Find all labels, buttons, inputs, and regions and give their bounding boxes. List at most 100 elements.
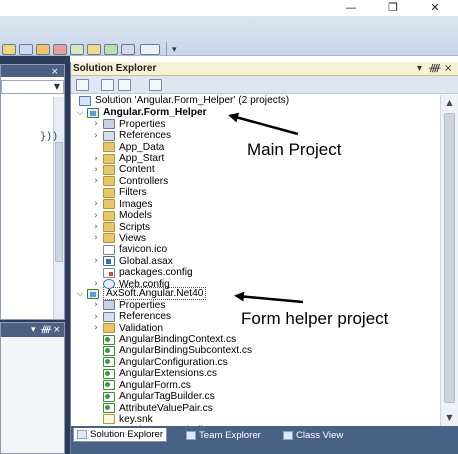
chevron-down-icon[interactable]: ▼ [52,82,62,92]
tab-class-view[interactable]: Class View [283,428,343,442]
solution-tree-scrollbar[interactable]: ▲ ▼ [440,95,458,426]
tree-item[interactable]: AngularBindingSubcontext.cs [91,345,252,357]
view-class-diagram-icon[interactable] [149,79,162,91]
chevron-down-icon[interactable]: ⌵ [75,108,85,118]
tree-item[interactable]: AngularForm.cs [91,379,191,391]
tab-label: Team Explorer [199,429,261,441]
tree-item[interactable]: › Images [91,198,152,210]
editor-scroll-thumb[interactable] [55,142,63,262]
tree-item-label: key.snk [119,413,153,425]
close-button[interactable]: ✕ [428,1,442,14]
tree-item[interactable]: › Properties [91,119,165,131]
chevron-right-icon[interactable]: › [91,199,101,209]
chevron-right-icon[interactable]: › [91,323,101,333]
tree-item[interactable]: › Controllers [91,176,168,188]
folder-icon [103,222,115,233]
toolbar-overflow-icon[interactable]: ▾ [172,44,178,55]
chevron-right-icon[interactable]: › [91,165,101,175]
chevron-right-icon[interactable]: › [91,233,101,243]
tree-item[interactable]: key.snk [91,414,153,426]
chevron-right-icon[interactable]: › [91,300,101,310]
editor-scrollbar[interactable] [53,97,64,319]
member-combo[interactable]: ▼ [1,80,64,94]
close-icon[interactable]: × [53,325,61,335]
panel-menu-icon[interactable]: ▾ [417,63,422,74]
tree-item[interactable]: › References [91,130,171,142]
properties-button-icon[interactable] [76,79,89,91]
toolbar-tools-icon[interactable] [121,44,135,55]
tree-item[interactable]: › Scripts [91,221,150,233]
minimize-button[interactable]: — [344,1,358,14]
tree-item[interactable]: App_Data [91,141,164,153]
web-project-icon [87,107,99,118]
tree-item-label: References [119,130,172,142]
toolbar-server-icon[interactable] [104,44,118,55]
chevron-right-icon[interactable]: › [91,176,101,186]
solution-node[interactable]: Solution 'Angular.Form_Helper' (2 projec… [79,95,289,107]
chevron-right-icon[interactable]: › [91,211,101,221]
project-node-main[interactable]: ⌵ Angular.Form_Helper [75,107,207,119]
chevron-right-icon[interactable]: › [91,222,101,232]
toolbar-explorer-icon[interactable] [87,44,101,55]
tree-item[interactable]: › Web.config [91,278,170,290]
panel-close-icon[interactable]: × [444,63,452,74]
chevron-right-icon[interactable]: › [91,256,101,266]
tree-item-label: Validation [119,322,163,334]
chevron-right-icon[interactable]: › [91,312,101,322]
tree-item[interactable]: › App_Start [91,153,164,165]
toolbar-save-icon[interactable] [19,44,33,55]
toolbar-properties-icon[interactable] [70,44,84,55]
tree-item[interactable]: Filters [91,187,147,199]
tree-item[interactable]: favicon.ico [91,244,167,256]
panel-pin-icon[interactable]: ᚎ [429,63,441,74]
tree-item[interactable]: › Properties [91,300,165,312]
scroll-up-icon[interactable]: ▲ [441,95,458,111]
show-all-files-icon[interactable] [101,79,114,91]
restore-button[interactable]: ❐ [386,1,400,14]
tree-item[interactable]: AngularBindingContext.cs [91,334,236,346]
tree-item[interactable]: › Global.asax [91,256,173,268]
references-icon [103,311,115,322]
tree-item[interactable]: AngularTagBuilder.cs [91,391,215,403]
toolbar-dropdown-icon[interactable] [140,44,160,55]
tree-item[interactable]: › Content [91,164,155,176]
refresh-icon[interactable] [118,79,131,91]
toolbar-open-icon[interactable] [2,44,16,55]
chevron-right-icon[interactable]: › [91,279,101,289]
cs-file-icon [103,345,115,356]
tree-item[interactable]: AngularConfiguration.cs [91,357,228,369]
folder-icon [103,164,115,175]
folder-icon [103,176,115,187]
tree-item[interactable]: AngularExtensions.cs [91,368,217,380]
pin-icon[interactable]: ᚎ [41,325,51,335]
toolbar-folder-icon[interactable] [36,44,50,55]
main-toolbar: ▾ [0,16,458,56]
scroll-thumb[interactable] [444,113,455,403]
scroll-down-icon[interactable]: ▼ [441,410,458,426]
tree-item-label: References [119,311,172,323]
tree-item[interactable]: packages.config [91,267,193,279]
tree-item[interactable]: AttributeValuePair.cs [91,402,213,414]
tab-team-explorer[interactable]: Team Explorer [186,428,261,442]
dropdown-icon[interactable]: ▾ [31,325,36,335]
tree-item[interactable]: › Models [91,210,152,222]
chevron-right-icon[interactable]: › [91,119,101,129]
cs-file-icon [103,368,115,379]
chevron-down-icon[interactable]: ⌵ [75,289,85,299]
folder-icon [103,187,115,198]
tree-item[interactable]: › References [91,311,171,323]
chevron-right-icon[interactable]: › [91,154,101,164]
folder-icon [103,210,115,221]
toolbar-toolbox-icon[interactable] [53,44,67,55]
tree-item-label: AngularBindingSubcontext.cs [119,345,253,357]
tree-item-label: Content [119,164,155,176]
chevron-right-icon[interactable]: › [91,131,101,141]
asax-icon [103,256,115,267]
editor-close-icon[interactable]: × [51,67,59,77]
tab-solution-explorer[interactable]: Solution Explorer [73,428,168,442]
tree-item[interactable]: › Validation [91,322,163,334]
bottom-left-pane: ▾ ᚎ × [0,322,65,454]
tree-item[interactable]: › Views [91,233,146,245]
tree-item-label: App_Start [119,153,165,164]
tree-item-label: Views [119,232,146,244]
